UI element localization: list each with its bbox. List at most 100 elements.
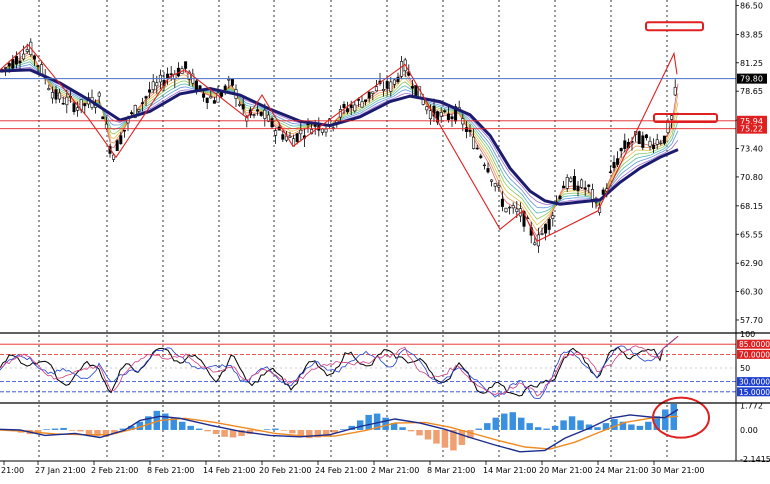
candle <box>281 134 285 140</box>
osc-level-label: 85.0000 <box>739 340 770 349</box>
trading-chart[interactable]: 86.5083.8581.2578.6576.0073.4070.8068.15… <box>0 0 770 480</box>
price-tick-label: 83.85 <box>740 30 763 39</box>
macd-histogram-bar <box>458 429 466 445</box>
candle <box>544 224 548 234</box>
time-tick-label: 21:00 <box>1 466 24 475</box>
candle <box>515 208 519 212</box>
macd-histogram-bar <box>484 423 491 430</box>
time-tick-label: 27 Jan 21:00 <box>35 466 86 475</box>
candle <box>220 92 224 97</box>
candle <box>410 86 414 89</box>
candle <box>655 139 659 145</box>
price-tick-label: 86.50 <box>740 1 763 10</box>
macd-histogram-bar <box>611 419 618 430</box>
candle <box>540 233 544 235</box>
macd-histogram-bar <box>543 428 550 430</box>
macd-histogram-bar <box>365 414 372 430</box>
candle <box>644 134 648 139</box>
candle <box>259 111 263 116</box>
price-tick-label: 70.80 <box>740 173 763 182</box>
osc-level-label: 70.0000 <box>739 350 770 359</box>
candle <box>97 92 101 97</box>
macd-histogram-bar <box>416 429 423 436</box>
candle <box>166 73 170 79</box>
candle <box>479 155 483 158</box>
price-marker-label: 75.22 <box>740 125 763 134</box>
macd-tick-label: 0.00 <box>740 426 758 435</box>
candle <box>382 89 386 91</box>
candle <box>58 92 62 100</box>
candle <box>446 113 450 120</box>
candle <box>342 104 346 108</box>
macd-histogram-bar <box>212 429 220 435</box>
candle <box>184 61 188 69</box>
candle <box>472 136 476 149</box>
candle <box>36 65 40 67</box>
candle <box>115 140 119 151</box>
candle <box>468 129 472 132</box>
candle <box>551 215 555 219</box>
candle <box>104 123 108 129</box>
macd-histogram-bar <box>60 427 67 430</box>
macd-histogram-bar <box>534 427 542 430</box>
candle <box>320 128 324 133</box>
macd-histogram-bar <box>594 427 601 430</box>
candle <box>623 140 627 149</box>
candle <box>389 81 393 92</box>
osc-level-label: 15.0000 <box>739 388 770 397</box>
candle <box>500 198 504 207</box>
candle <box>346 108 350 113</box>
candle <box>374 86 378 92</box>
candle <box>4 67 8 69</box>
macd-histogram-bar <box>424 429 432 440</box>
candle <box>400 61 404 77</box>
macd-histogram-bar <box>68 429 76 431</box>
candle <box>151 81 155 90</box>
price-tick-label: 60.30 <box>740 288 763 297</box>
candle <box>22 53 26 60</box>
chart-window[interactable]: 86.5083.8581.2578.6576.0073.4070.8068.15… <box>0 0 770 480</box>
candle <box>119 135 123 145</box>
macd-histogram-bar <box>551 425 559 430</box>
candle <box>486 168 490 173</box>
time-tick-label: 20 Feb 21:00 <box>259 466 311 475</box>
candle <box>511 205 515 209</box>
candle <box>572 176 576 191</box>
candle <box>385 81 389 89</box>
candle <box>299 129 303 135</box>
candle <box>547 219 551 230</box>
candle <box>122 129 126 132</box>
macd-histogram-bar <box>272 428 279 430</box>
candle <box>50 92 54 99</box>
candle <box>364 99 368 102</box>
candle <box>583 187 587 190</box>
candle <box>612 162 616 169</box>
macd-histogram-bar <box>492 417 500 430</box>
macd-histogram-bar <box>433 429 440 444</box>
candle <box>490 179 494 182</box>
macd-histogram-bar <box>229 429 237 438</box>
macd-histogram-bar <box>628 424 635 430</box>
macd-histogram-bar <box>289 429 296 434</box>
candle <box>155 82 159 87</box>
candle <box>637 131 641 145</box>
macd-histogram-bar <box>577 420 584 430</box>
price-tick-label: 68.15 <box>740 202 763 211</box>
candle <box>274 130 278 136</box>
candle <box>72 103 76 112</box>
candle <box>482 164 486 167</box>
candle <box>223 85 227 90</box>
candle <box>47 88 51 91</box>
time-tick-label: 20 Mar 21:00 <box>539 466 592 475</box>
price-tick-label: 81.25 <box>740 59 763 68</box>
candle <box>101 116 105 120</box>
macd-tick-label: 1.772 <box>740 402 763 411</box>
candle <box>76 107 80 111</box>
candle <box>587 184 591 187</box>
macd-tick-label: -2.1415 <box>740 455 770 464</box>
candle <box>497 185 501 188</box>
time-tick-label: 8 Feb 21:00 <box>147 466 194 475</box>
candle <box>641 135 645 148</box>
candle <box>295 133 299 142</box>
candle <box>396 76 400 82</box>
